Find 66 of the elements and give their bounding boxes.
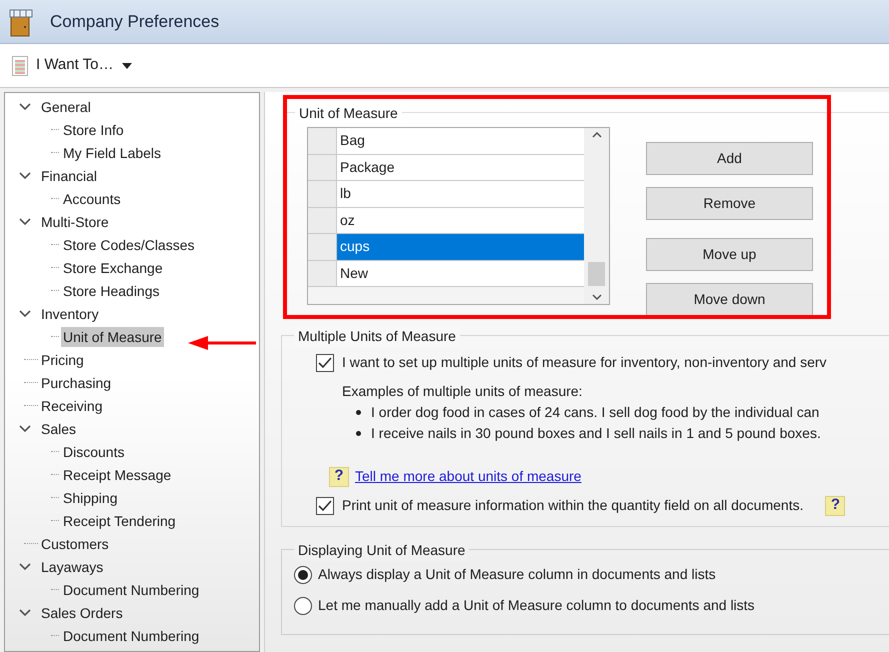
pointer-arrow — [188, 335, 256, 351]
tree-item[interactable]: Store Info — [61, 120, 126, 140]
list-icon — [12, 56, 28, 76]
unit-row[interactable]: oz — [337, 208, 584, 233]
radio-label: Let me manually add a Unit of Measure column to documents and lists — [318, 596, 755, 615]
chevron-down-icon[interactable] — [19, 218, 31, 226]
unit-row[interactable]: Package — [337, 154, 584, 180]
tree-item[interactable]: Financial — [39, 166, 100, 186]
tree-item[interactable]: Document Numbering — [61, 626, 202, 646]
tree-item[interactable]: Purchasing — [39, 372, 114, 392]
help-link[interactable]: Tell me more about units of measure — [355, 466, 582, 487]
checkbox-label: I want to set up multiple units of measure for inventory, non-inventory and serv — [342, 353, 827, 372]
unit-row[interactable]: Bag — [337, 128, 584, 154]
action-button[interactable]: Move up — [646, 238, 813, 271]
tree-item[interactable]: Multi-Store — [39, 212, 111, 232]
checkbox-label: Print unit of measure information within the quantity field on all documents. — [342, 496, 804, 515]
unit-row[interactable]: lb — [337, 181, 584, 206]
tree-item[interactable]: Unit of Measure — [61, 326, 164, 346]
tree-item[interactable]: General — [39, 96, 93, 116]
tree-item[interactable]: Accounts — [61, 188, 123, 208]
scroll-thumb[interactable] — [588, 262, 605, 286]
example-text: I receive nails in 30 pound boxes and I sell nails in 1 and 5 pound boxes. — [371, 424, 821, 443]
tree-item[interactable]: Sales Orders — [39, 602, 125, 622]
caret-icon — [122, 62, 132, 68]
tree-item[interactable]: Store Codes/Classes — [61, 234, 197, 254]
help-icon[interactable]: ? — [329, 466, 349, 486]
unit-row[interactable]: cups — [337, 234, 584, 260]
chevron-down-icon[interactable] — [19, 172, 31, 180]
checkbox[interactable] — [316, 496, 334, 514]
radio-button[interactable] — [294, 596, 312, 614]
chevron-down-icon[interactable] — [19, 562, 31, 570]
radio-label: Always display a Unit of Measure column in documents and lists — [318, 565, 716, 584]
example-text: I order dog food in cases of 24 cans. I sell dog food by the individual can — [371, 403, 820, 422]
tree-item[interactable]: Receiving — [39, 396, 104, 416]
tree-item[interactable]: Sales — [39, 418, 78, 438]
scroll-up-icon[interactable] — [592, 132, 602, 138]
action-button[interactable]: Remove — [646, 187, 813, 220]
radio-button[interactable] — [294, 566, 312, 584]
tree-item[interactable]: Store Exchange — [61, 258, 165, 278]
unit-row[interactable]: New — [337, 260, 584, 286]
tree-item[interactable]: Document Numbering — [61, 580, 202, 600]
examples-heading: Examples of multiple units of measure: — [342, 382, 584, 401]
tree-item[interactable]: Inventory — [39, 304, 101, 324]
tree-item[interactable]: Discounts — [61, 442, 126, 462]
scroll-down-icon[interactable] — [592, 294, 602, 300]
tree-item[interactable]: Store Headings — [61, 280, 162, 300]
bullet-icon — [356, 431, 361, 436]
chevron-down-icon[interactable] — [19, 102, 31, 110]
chevron-down-icon[interactable] — [19, 608, 31, 616]
tree-item[interactable]: Shipping — [61, 488, 120, 508]
tree-item[interactable]: Receipt Tendering — [61, 510, 178, 530]
store-icon — [8, 6, 34, 36]
tree-item[interactable]: Receipt Message — [61, 464, 174, 484]
checkbox[interactable] — [316, 354, 334, 372]
bullet-icon — [356, 410, 361, 415]
window-title: Company Preferences — [50, 10, 220, 33]
tree-item[interactable]: My Field Labels — [61, 142, 164, 162]
i-want-to-menu[interactable]: I Want To… — [12, 54, 132, 77]
tree-item[interactable]: Pricing — [39, 350, 86, 370]
action-button[interactable]: Move down — [646, 283, 813, 316]
tree-item[interactable]: Layaways — [39, 556, 106, 576]
chevron-down-icon[interactable] — [19, 310, 31, 318]
help-icon[interactable]: ? — [825, 496, 846, 516]
chevron-down-icon[interactable] — [19, 424, 31, 432]
action-button[interactable]: Add — [646, 142, 813, 175]
tree-item[interactable]: Customers — [39, 534, 111, 554]
